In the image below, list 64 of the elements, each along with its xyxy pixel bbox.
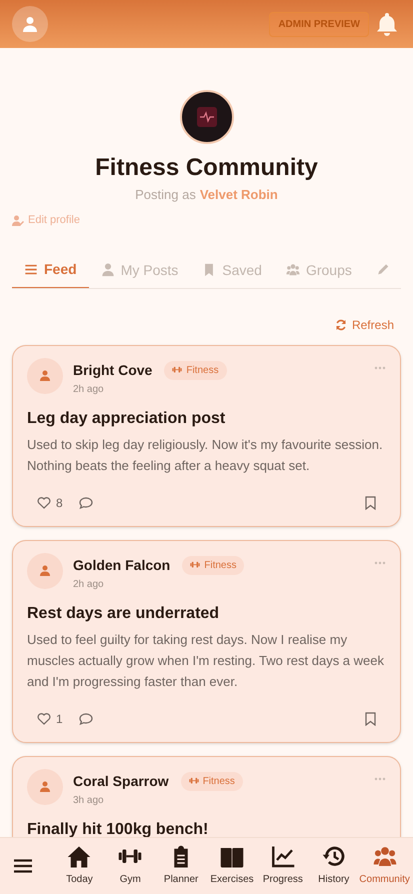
post-body: Used to feel guilty for taking rest days. Now I realise my muscles actually grow when I'm resting. Two rest days a week and I'm progressing faster than ever. [27,630,385,691]
posting-as-label: Posting as [135,186,196,204]
user-icon [40,565,50,576]
bookmark-icon [365,496,376,510]
like-button[interactable]: 8 [37,494,63,512]
nav-tab[interactable]: Community [359,845,410,887]
group-icon [286,263,300,277]
bookmark-button[interactable] [365,496,376,510]
post-title: Rest days are underrated [27,604,220,624]
user-icon [40,370,50,381]
bookmark-icon [365,712,376,726]
comment-button[interactable] [78,712,93,724]
author-name: Coral Sparrow [73,772,169,791]
category-tag: Fitness [164,360,227,380]
post-time: 2h ago [73,578,105,592]
bookmark-button[interactable] [365,712,376,726]
nav-tab[interactable]: Gym [104,845,156,887]
user-edit-icon [12,214,24,226]
book-icon [220,845,244,869]
heart-icon [37,496,51,508]
nav-tab[interactable]: Today [54,845,105,887]
user-icon [22,16,38,32]
refresh-icon [334,318,347,330]
author-name: Golden Falcon [73,556,170,574]
speech-bubble-icon [78,712,93,724]
line-chart-icon [270,845,295,869]
group-icon [372,845,397,869]
menu-icon [14,859,32,873]
post-body: Used to skip leg day religiously. Now it's my favourite session. Nothing beats the feeling after a heavy squat set. [27,436,384,475]
heart-icon [37,712,51,724]
home-icon [67,845,92,869]
post-time: 3h ago [73,794,105,808]
dumbbell-icon [188,776,199,786]
speech-bubble-icon [78,496,93,508]
username: Velvet Robin [200,186,278,204]
nav-tab[interactable]: History [308,845,360,887]
list-icon [24,262,38,276]
user-icon [100,263,115,277]
nav-tab[interactable]: Planner [156,845,207,887]
comment-button[interactable] [78,496,93,508]
tab[interactable]: Feed [12,252,89,288]
more-icon [374,560,386,564]
post-time: 2h ago [73,382,105,396]
more-icon [374,776,386,780]
more-icon [374,366,386,370]
dumbbell-icon [190,560,200,570]
profile-button[interactable] [12,6,48,42]
nav-tab[interactable]: Progress [257,845,308,887]
nav-tab[interactable]: Exercises [206,845,258,887]
user-icon [40,781,50,792]
heartbeat-icon [194,105,218,129]
refresh-button[interactable]: Refresh [334,316,394,334]
category-tag: Fitness [182,556,244,574]
page-title: Fitness Community [95,153,318,183]
history-icon [322,845,346,869]
bell-icon [376,12,398,36]
post-title: Leg day appreciation post [27,408,226,428]
admin-badge: ADMIN PREVIEW [269,12,369,36]
post-title: Finally hit 100kg bench! [27,820,210,837]
category-tag: Fitness [180,772,243,790]
author-name: Bright Cove [73,360,152,380]
dumbbell-icon [172,365,182,375]
pencil-icon [376,263,390,277]
like-button[interactable]: 1 [37,710,63,728]
